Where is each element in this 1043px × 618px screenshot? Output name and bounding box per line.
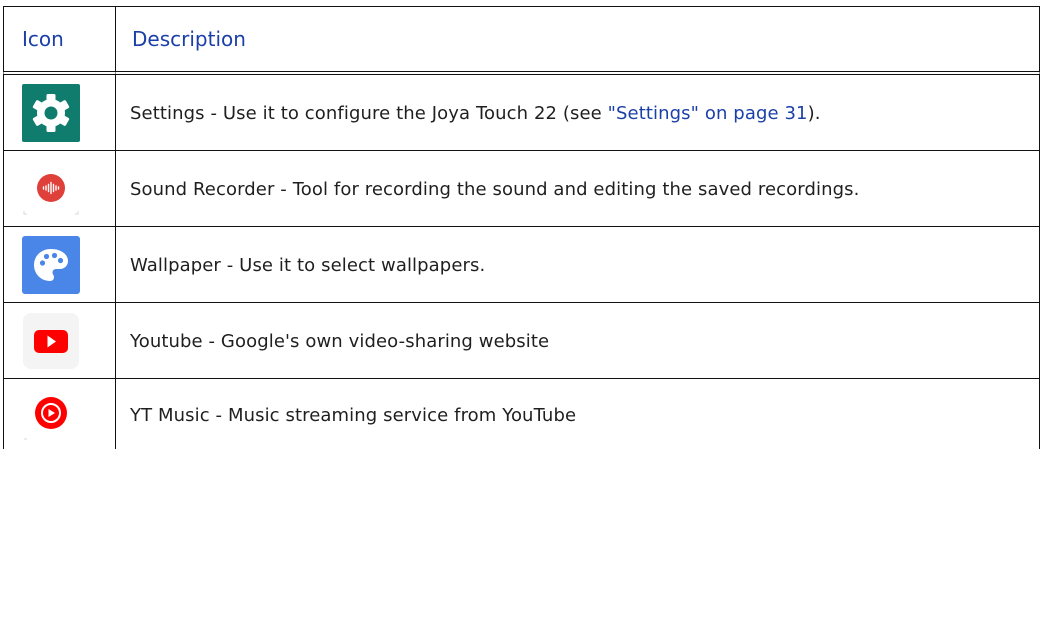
description-cell: Sound Recorder - Tool for recording the … (116, 151, 1040, 227)
description-column-header: Description (116, 6, 1040, 75)
settings-page-link[interactable]: "Settings" on page 31 (608, 103, 808, 124)
table-header-row: Icon Description (3, 6, 1040, 75)
wallpaper-description: Wallpaper - Use it to select wallpapers. (130, 255, 486, 276)
yt-music-description: YT Music - Music streaming service from … (130, 404, 577, 426)
icon-cell (3, 227, 116, 303)
settings-gear-icon (21, 83, 81, 143)
settings-description: Settings - Use it to configure the Joya … (130, 103, 608, 124)
icon-cell (3, 151, 116, 227)
sound-recorder-description: Sound Recorder - Tool for recording the … (130, 179, 860, 200)
table-row: Youtube - Google's own video-sharing web… (3, 303, 1040, 379)
icon-column-header: Icon (3, 6, 116, 75)
wallpaper-palette-icon (21, 235, 81, 295)
sound-recorder-icon (21, 159, 81, 219)
yt-music-icon (21, 384, 81, 444)
table-row: Sound Recorder - Tool for recording the … (3, 151, 1040, 227)
description-cell: Youtube - Google's own video-sharing web… (116, 303, 1040, 379)
icon-cell (3, 379, 116, 449)
icon-description-table: Icon Description Settings - Use it to co… (3, 6, 1040, 449)
table-row: YT Music - Music streaming service from … (3, 379, 1040, 449)
youtube-play-icon (21, 311, 81, 371)
icon-cell (3, 75, 116, 151)
description-cell: Wallpaper - Use it to select wallpapers. (116, 227, 1040, 303)
table-row: Settings - Use it to configure the Joya … (3, 75, 1040, 151)
settings-description-tail: ). (807, 103, 821, 124)
youtube-description: Youtube - Google's own video-sharing web… (130, 331, 550, 352)
icon-cell (3, 303, 116, 379)
table-row: Wallpaper - Use it to select wallpapers. (3, 227, 1040, 303)
description-cell: Settings - Use it to configure the Joya … (116, 75, 1040, 151)
description-cell: YT Music - Music streaming service from … (116, 379, 1040, 449)
